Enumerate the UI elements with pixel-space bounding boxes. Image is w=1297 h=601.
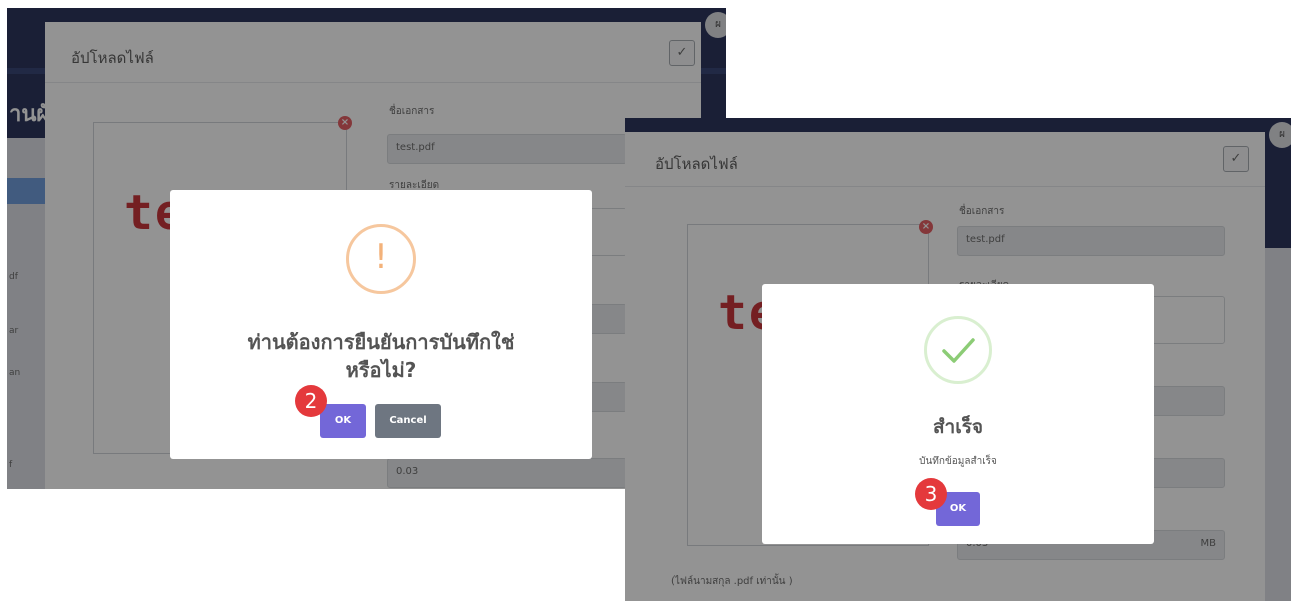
- ok-button[interactable]: OK: [320, 404, 366, 438]
- check-mark: [942, 338, 975, 363]
- success-check-icon: [924, 316, 992, 384]
- screenshot-confirm-dialog: านผั df ar an f ผ อัปโหลดไฟล์ ✓ test × ช…: [7, 8, 726, 489]
- cancel-button[interactable]: Cancel: [375, 404, 441, 438]
- step-badge-2: 2: [295, 385, 327, 417]
- step-badge-3: 3: [915, 478, 947, 510]
- warning-icon: !: [346, 224, 416, 294]
- confirm-dialog: ! ท่านต้องการยืนยันการบันทึกใช่ หรือไม่?…: [170, 190, 592, 459]
- success-title: สำเร็จ: [932, 416, 984, 438]
- success-message: บันทึกข้อมูลสำเร็จ: [919, 456, 997, 467]
- screenshot-success-dialog: ผ อัปโหลดไฟล์ ✓ te × ชื่อเอกสาร test.pdf…: [625, 118, 1291, 601]
- warning-mark: !: [374, 237, 388, 277]
- confirm-message-line2: หรือไม่?: [345, 358, 417, 382]
- success-dialog: สำเร็จ บันทึกข้อมูลสำเร็จ OK: [762, 284, 1154, 544]
